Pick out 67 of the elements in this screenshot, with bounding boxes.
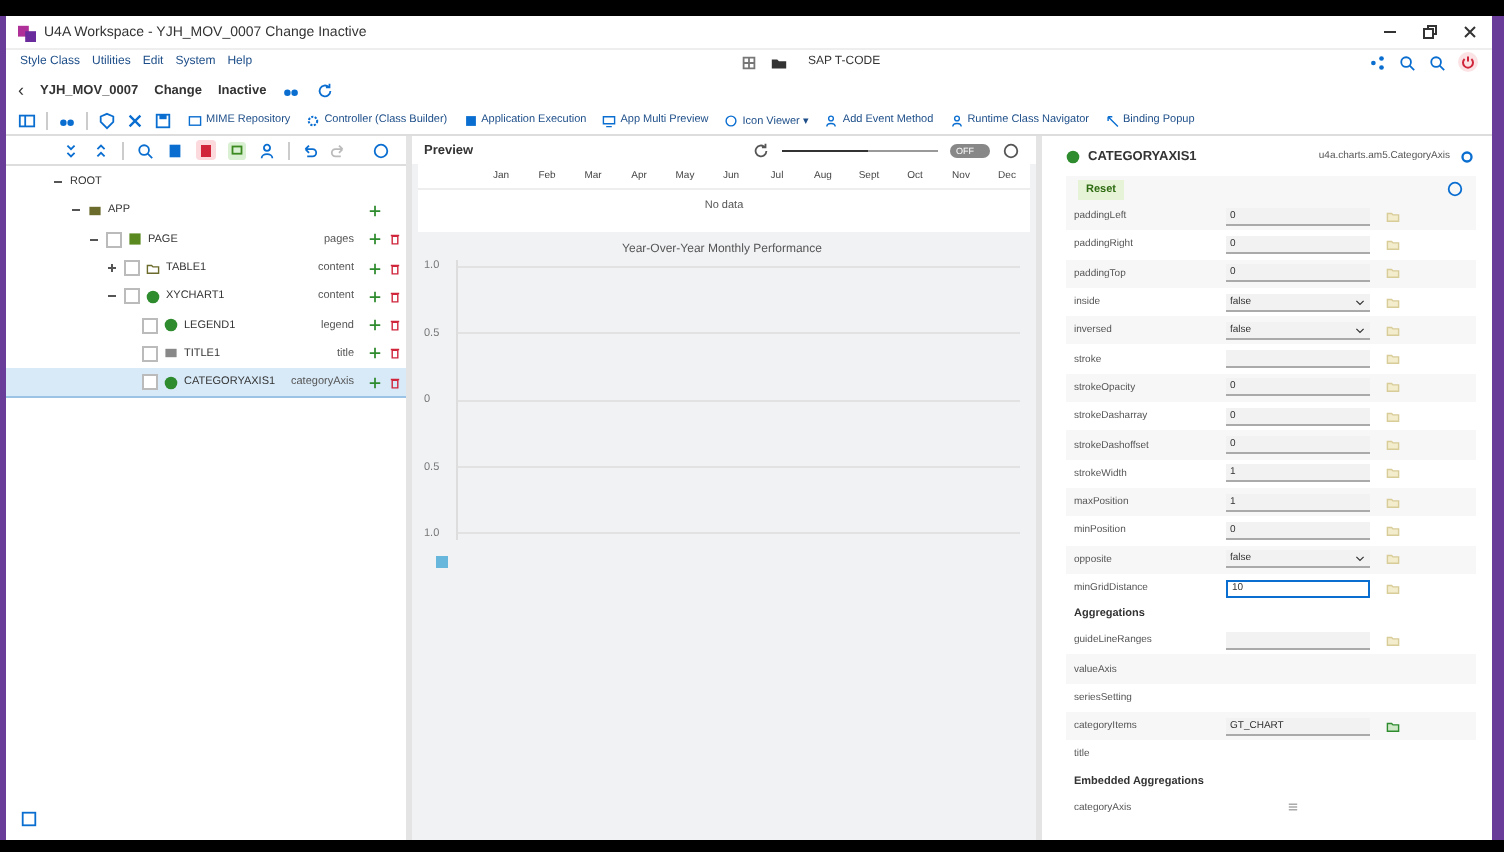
node-icon <box>146 261 160 276</box>
refresh-icon[interactable] <box>752 141 770 159</box>
caret-icon <box>1354 295 1366 308</box>
copy-icon[interactable] <box>227 141 245 159</box>
delete-icon[interactable] <box>388 261 402 276</box>
add-icon[interactable] <box>368 232 382 247</box>
search-icon[interactable] <box>1428 53 1446 71</box>
save-icon[interactable] <box>154 111 172 129</box>
refresh-icon[interactable] <box>316 81 335 99</box>
collapse-icon[interactable] <box>52 176 64 189</box>
search-icon[interactable] <box>135 141 153 159</box>
back-button[interactable]: ‹ <box>18 80 24 100</box>
add-icon[interactable] <box>368 375 382 390</box>
close-icon[interactable] <box>1460 22 1480 42</box>
input-field[interactable] <box>1226 631 1370 650</box>
app-logo-icon <box>18 23 36 41</box>
grid-icon[interactable] <box>739 53 758 71</box>
add-icon[interactable] <box>368 346 382 361</box>
add-icon[interactable] <box>368 289 382 304</box>
delete-icon[interactable] <box>388 289 402 304</box>
zoom-icon[interactable] <box>1398 53 1416 71</box>
settings-icon[interactable] <box>20 810 38 828</box>
node-icon <box>128 232 142 247</box>
input-field[interactable] <box>1226 350 1370 369</box>
target-icon[interactable] <box>1458 147 1476 165</box>
node-icon <box>164 318 178 333</box>
collapse-icon[interactable] <box>88 233 100 246</box>
delete-icon[interactable] <box>195 140 215 160</box>
checkbox[interactable] <box>142 374 158 391</box>
node-icon <box>1066 149 1080 163</box>
delete-icon[interactable] <box>388 318 402 333</box>
add-icon[interactable] <box>368 318 382 333</box>
gear-icon <box>306 113 321 127</box>
person-icon <box>824 113 839 127</box>
shield-icon[interactable] <box>98 111 116 129</box>
checkbox[interactable] <box>142 345 158 362</box>
restore-icon[interactable] <box>1420 22 1440 42</box>
undo-icon[interactable] <box>300 141 318 159</box>
power-icon[interactable] <box>1458 52 1478 72</box>
screen-icon <box>602 113 617 127</box>
caret-icon <box>1354 323 1366 336</box>
collapse-icon[interactable] <box>70 204 82 217</box>
layout-icon[interactable] <box>18 111 36 129</box>
node-icon <box>164 346 178 361</box>
folder-icon[interactable] <box>769 53 788 71</box>
person-icon[interactable] <box>257 141 275 159</box>
node-icon <box>146 289 160 304</box>
checkbox[interactable] <box>124 288 140 305</box>
delete-icon[interactable] <box>388 375 402 390</box>
checkbox[interactable] <box>142 317 158 334</box>
delete-icon[interactable] <box>388 232 402 247</box>
checkbox[interactable] <box>106 231 122 248</box>
node-icon <box>88 203 102 218</box>
add-icon[interactable] <box>368 203 382 218</box>
circle-icon <box>724 113 739 127</box>
add-icon[interactable] <box>368 261 382 276</box>
caret-icon <box>1354 552 1366 565</box>
node-icon <box>164 375 178 390</box>
expand-all-icon[interactable] <box>92 141 110 159</box>
person-icon <box>949 113 964 127</box>
checkbox[interactable] <box>124 260 140 277</box>
share-icon[interactable] <box>1368 53 1386 71</box>
legend-marker <box>436 556 448 568</box>
delete-icon[interactable] <box>388 346 402 361</box>
expand-icon[interactable] <box>106 262 118 275</box>
collapse-all-icon[interactable] <box>62 141 80 159</box>
collapse-icon[interactable] <box>106 290 118 303</box>
